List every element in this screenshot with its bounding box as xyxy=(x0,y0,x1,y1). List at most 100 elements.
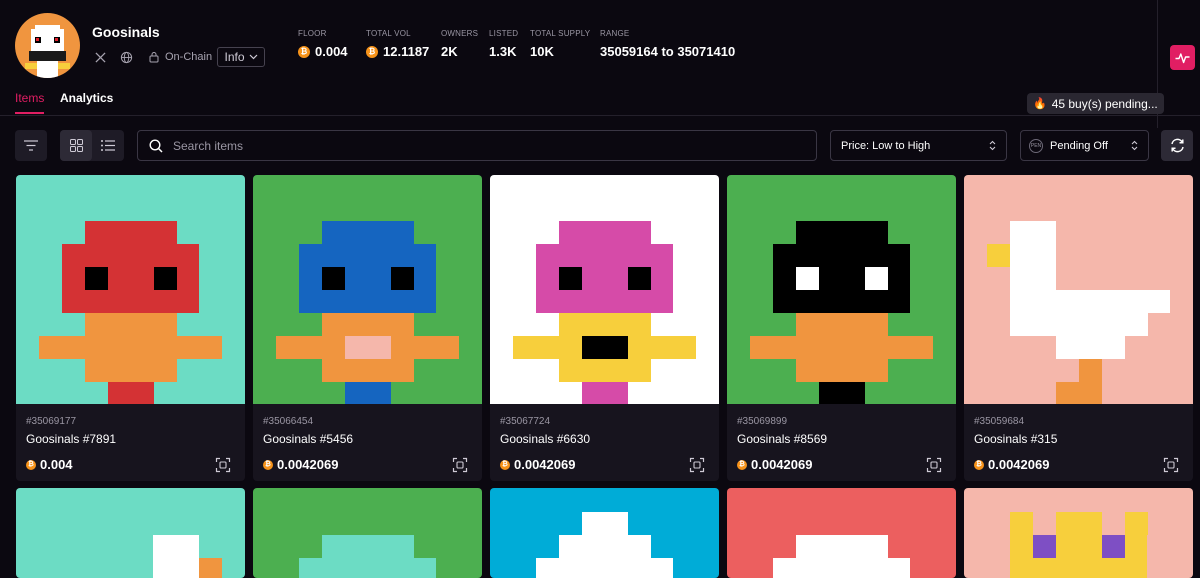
bitcoin-icon: ₿ xyxy=(298,45,310,58)
onchain-badge[interactable]: On-Chain xyxy=(146,49,212,65)
item-card[interactable]: #35069899 Goosinals #8569 ₿ 0.0042069 xyxy=(727,175,956,481)
item-image[interactable] xyxy=(964,175,1193,404)
art-neck xyxy=(108,382,154,404)
art-mouth xyxy=(582,336,628,359)
item-card[interactable] xyxy=(16,488,245,578)
art-beak-top xyxy=(559,313,651,336)
expand-icon[interactable] xyxy=(215,457,231,473)
art-beak-top xyxy=(796,313,888,336)
activity-button[interactable] xyxy=(1170,45,1195,70)
bitcoin-icon: ₿ xyxy=(500,459,510,470)
tab-items[interactable]: Items xyxy=(15,91,44,105)
item-image[interactable] xyxy=(253,488,482,578)
collection-page: Goosinals On-Chain Info FLOOR ₿ 0.004 TOTAL… xyxy=(0,0,1200,578)
item-name: Goosinals #7891 xyxy=(26,432,117,446)
art-eye-right xyxy=(391,267,414,290)
grid-view-button[interactable] xyxy=(60,130,92,161)
item-image[interactable] xyxy=(253,175,482,404)
search-input[interactable] xyxy=(171,137,775,154)
item-price: 0.0042069 xyxy=(751,457,813,472)
art-head-top xyxy=(796,535,888,558)
item-card[interactable] xyxy=(964,488,1193,578)
info-dropdown[interactable]: Info xyxy=(217,47,265,67)
expand-icon[interactable] xyxy=(452,457,468,473)
art-head xyxy=(536,244,673,313)
art-head xyxy=(773,244,910,313)
fire-icon: 🔥 xyxy=(1033,98,1047,110)
filter-icon xyxy=(24,140,38,151)
item-card[interactable] xyxy=(253,488,482,578)
item-card[interactable]: #35067724 Goosinals #6630 ₿ 0.0042069 xyxy=(490,175,719,481)
item-price: 0.0042069 xyxy=(514,457,576,472)
stat-owners: OWNERS 2K xyxy=(441,29,478,59)
expand-icon[interactable] xyxy=(689,457,705,473)
art-crown-mid xyxy=(1056,512,1102,535)
stat-value: 2K xyxy=(441,44,458,59)
art-leg xyxy=(1079,359,1102,404)
tab-analytics[interactable]: Analytics xyxy=(60,91,113,105)
inscription-number: #35069899 xyxy=(737,416,788,427)
art-beak-top xyxy=(322,313,414,336)
item-price-row: ₿ 0.004 xyxy=(26,457,73,472)
item-card[interactable] xyxy=(727,488,956,578)
item-price-row: ₿ 0.0042069 xyxy=(974,457,1049,472)
item-card[interactable]: #35069177 Goosinals #7891 ₿ 0.004 xyxy=(16,175,245,481)
item-card[interactable]: #35059684 Goosinals #315 ₿ 0.0042069 xyxy=(964,175,1193,481)
active-tab-indicator xyxy=(15,112,44,114)
art-beak-top xyxy=(85,313,177,336)
item-image[interactable] xyxy=(964,488,1193,578)
art-eye-right xyxy=(865,267,888,290)
item-name: Goosinals #5456 xyxy=(263,432,354,446)
item-name: Goosinals #6630 xyxy=(500,432,591,446)
item-image[interactable] xyxy=(16,175,245,404)
art-eye-left xyxy=(322,267,345,290)
art-beak xyxy=(199,558,222,578)
stat-total-vol: TOTAL VOL ₿ 12.1187 xyxy=(366,29,429,59)
stat-value-row: 1.3K xyxy=(489,44,518,59)
stat-value-row: 35059164 to 35071410 xyxy=(600,44,735,59)
item-card[interactable]: #35066454 Goosinals #5456 ₿ 0.0042069 xyxy=(253,175,482,481)
bitcoin-icon: ₿ xyxy=(26,459,36,470)
search-box xyxy=(137,130,817,161)
item-image[interactable] xyxy=(727,175,956,404)
filter-button[interactable] xyxy=(15,130,47,161)
pending-buys-badge[interactable]: 🔥 45 buy(s) pending... xyxy=(1027,93,1164,114)
item-image[interactable] xyxy=(727,488,956,578)
sort-select[interactable]: Price: Low to High xyxy=(830,130,1007,161)
art-beak-bottom xyxy=(559,359,651,382)
social-links: On-Chain xyxy=(92,48,212,66)
globe-icon[interactable] xyxy=(118,49,134,65)
art-beak-wide xyxy=(39,336,222,359)
stat-value: 10K xyxy=(530,44,554,59)
art-head-wide xyxy=(536,558,673,578)
onchain-label: On-Chain xyxy=(165,51,213,63)
art-head-top xyxy=(582,512,628,535)
art-head xyxy=(773,558,910,578)
item-image[interactable] xyxy=(16,488,245,578)
x-twitter-icon[interactable] xyxy=(92,49,108,65)
stat-label: RANGE xyxy=(600,29,630,38)
list-view-button[interactable] xyxy=(92,130,124,161)
expand-icon[interactable] xyxy=(1163,457,1179,473)
stat-value-row: ₿ 0.004 xyxy=(298,44,348,59)
expand-icon[interactable] xyxy=(926,457,942,473)
stat-value-row: ₿ 12.1187 xyxy=(366,44,429,59)
inscription-number: #35067724 xyxy=(500,416,551,427)
item-price-row: ₿ 0.0042069 xyxy=(500,457,575,472)
grid-icon xyxy=(69,139,83,152)
stat-range: RANGE 35059164 to 35071410 xyxy=(600,29,735,59)
pending-buys-text: 45 buy(s) pending... xyxy=(1051,96,1158,111)
collection-avatar xyxy=(15,13,80,78)
item-image[interactable] xyxy=(490,488,719,578)
art-back xyxy=(1033,290,1170,313)
pending-icon: PEN xyxy=(1029,138,1043,153)
item-image[interactable] xyxy=(490,175,719,404)
art-head xyxy=(299,558,436,578)
refresh-icon xyxy=(1170,138,1184,153)
pending-select[interactable]: PEN Pending Off xyxy=(1020,130,1149,161)
refresh-button[interactable] xyxy=(1161,130,1193,161)
item-price: 0.0042069 xyxy=(277,457,339,472)
tabs-divider xyxy=(0,115,1200,116)
inscription-number: #35066454 xyxy=(263,416,314,427)
item-card[interactable] xyxy=(490,488,719,578)
